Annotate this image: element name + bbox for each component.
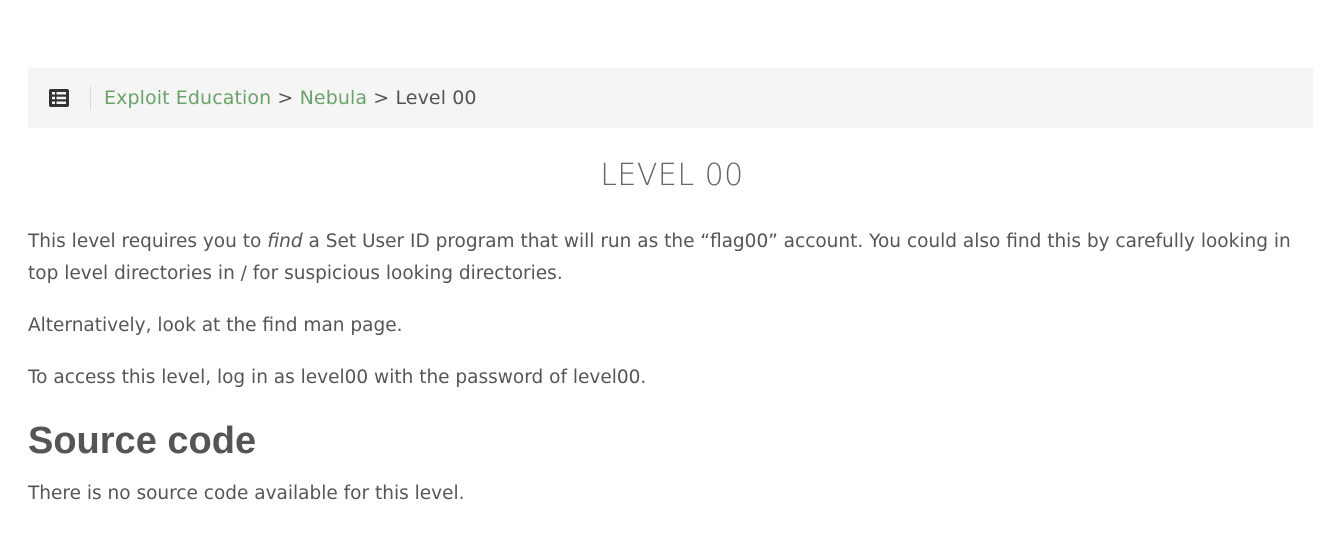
breadcrumb-link-nebula[interactable]: Nebula (300, 87, 368, 109)
breadcrumb-current: Level 00 (395, 87, 477, 109)
intro-paragraph: This level requires you to find a Set Us… (28, 226, 1313, 290)
intro-emphasis: find (267, 231, 303, 252)
breadcrumb-separator: > (277, 87, 294, 109)
page-title: LEVEL 00 (600, 158, 744, 193)
breadcrumb-divider (90, 86, 91, 110)
source-code-text: There is no source code available for th… (28, 483, 465, 504)
alternative-paragraph: Alternatively, look at the find man page… (28, 315, 403, 336)
breadcrumb-separator: > (373, 87, 390, 109)
menu-toggle-button[interactable] (28, 68, 90, 128)
access-paragraph: To access this level, log in as level00 … (28, 367, 647, 388)
list-icon (49, 89, 69, 107)
breadcrumb-link-exploit-education[interactable]: Exploit Education (104, 87, 271, 109)
source-code-heading: Source code (28, 420, 257, 462)
breadcrumb: Exploit Education > Nebula > Level 00 (104, 87, 477, 109)
intro-text-start: This level requires you to (28, 231, 268, 252)
breadcrumb-bar: Exploit Education > Nebula > Level 00 (28, 68, 1313, 128)
main-content: This level requires you to find a Set Us… (28, 226, 1313, 530)
